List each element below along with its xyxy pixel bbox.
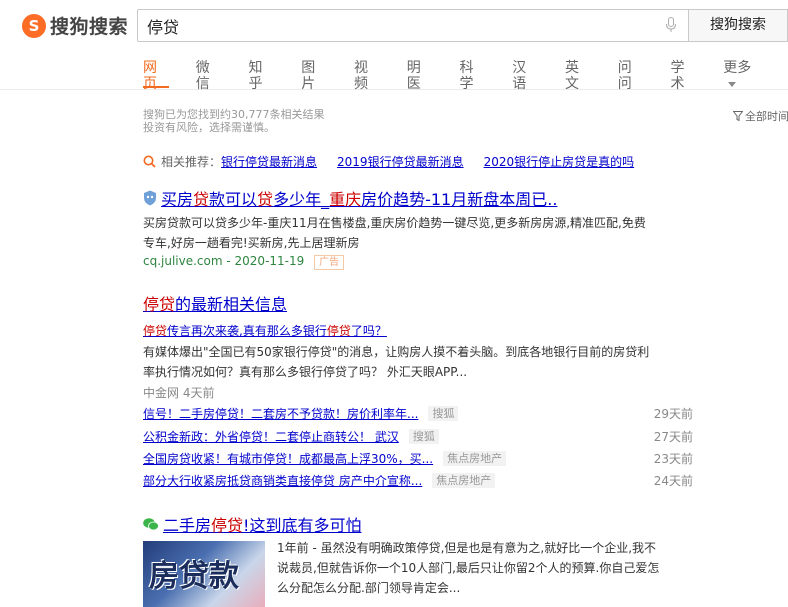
news-item-link[interactable]: 信号！二手房停贷！二套房不予贷款！房价利率年...	[143, 405, 418, 422]
tab-zhihu[interactable]: 知乎	[249, 60, 275, 92]
desc-line: 么分配怎么分配.部门领导肯定会...	[277, 581, 461, 595]
title-keyword: 重庆	[329, 190, 362, 209]
desc-line: 有媒体爆出"全国已有50家银行停贷"的消息，让购房人摸不着头脑。到底各地银行目前…	[143, 345, 650, 359]
news-item-source: 搜狐	[408, 428, 439, 444]
desc-line: 1年前 - 虽然没有明确政策停贷,但是也是有意为之,就好比一个企业,我不	[277, 541, 657, 555]
wechat-description: 1年前 - 虽然没有明确政策停贷,但是也是有意为之,就好比一个企业,我不 说裁员…	[277, 538, 697, 598]
tab-more[interactable]: 更多	[723, 60, 761, 88]
time-filter-label: 全部时间	[745, 110, 788, 123]
title-text: 二手房	[163, 516, 212, 535]
tab-scholar[interactable]: 学术	[671, 60, 697, 92]
result-count: 搜狗已为您找到约30,777条相关结果	[143, 108, 325, 121]
desc-line: 说裁员,但就告诉你一个10人部门,最后只让你留2个人的预算.你自己爱怎	[277, 561, 660, 575]
news-list-item: 公积金新政：外省停贷！二套停止商转公！ 武汉 搜狐 27天前	[143, 426, 693, 446]
related-link[interactable]: 银行停贷最新消息	[221, 153, 317, 170]
tab-web[interactable]: 网页	[143, 60, 169, 92]
wechat-icon	[143, 518, 159, 531]
result-info: 搜狗已为您找到约30,777条相关结果 投资有风险，选择需谨慎。	[143, 108, 325, 134]
news-item-link[interactable]: 全国房贷收紧！有城市停贷！成都最高上浮30%，买...	[143, 450, 433, 467]
title-text: 款可以	[209, 190, 258, 209]
tab-images[interactable]: 图片	[301, 60, 327, 92]
news-item-time: 27天前	[653, 429, 693, 444]
article-thumbnail[interactable]: 房贷款	[143, 541, 265, 607]
news-item-source: 焦点房地产	[443, 450, 507, 466]
logo-text: 搜狗搜索	[50, 16, 129, 38]
header: S 搜狗搜索 搜狗搜索 网页 微信 知乎 图片 视频 明医 科学 汉语 英文 问…	[0, 0, 788, 92]
tab-english[interactable]: 英文	[565, 60, 591, 92]
thumbnail-text: 房贷款	[149, 559, 239, 594]
related-link[interactable]: 2020银行停止房贷是真的吗	[484, 153, 635, 170]
news-item-time: 24天前	[653, 473, 693, 488]
tab-wechat[interactable]: 微信	[196, 60, 222, 92]
news-meta: 中金网 4天前	[143, 386, 215, 400]
title-text: 房价趋势-11月新盘本周已..	[361, 190, 558, 209]
ad-source-row: cq.julive.com - 2020-11-19 广告	[143, 254, 646, 270]
wechat-title-link[interactable]: 二手房停贷!这到底有多可怕	[163, 512, 361, 536]
sogou-logo[interactable]: S 搜狗搜索	[22, 12, 128, 39]
ad-result: 买房贷款可以贷多少年_重庆房价趋势-11月新盘本周已.. 买房贷款可以贷多少年-…	[143, 186, 646, 270]
desc-line: 率执行情况如何？真有那么多银行停贷了吗？ 外汇天眼APP...	[143, 365, 468, 379]
desc-line: 买房贷款可以贷多少年-重庆11月在售楼盘,重庆房价趋势一键尽览,更多新房房源,精…	[143, 216, 646, 230]
news-item-source: 焦点房地产	[432, 472, 496, 488]
news-item-link[interactable]: 部分大行收紧房抵贷商销类直接停贷 房产中介宣称...	[143, 472, 422, 489]
search-icon	[143, 155, 156, 168]
desc-line: 专车,好房一趟看完!买新房,先上居理新房	[143, 236, 360, 250]
related-searches: 相关推荐： 银行停贷最新消息 2019银行停贷最新消息 2020银行停止房贷是真…	[143, 153, 654, 170]
title-keyword: 停贷	[326, 324, 351, 338]
title-text: !这到底有多可怕	[243, 516, 362, 535]
news-item-time: 23天前	[653, 451, 693, 466]
search-input[interactable]	[138, 10, 638, 41]
shield-icon	[144, 190, 156, 206]
tab-medical[interactable]: 明医	[407, 60, 433, 92]
title-keyword: 停贷	[143, 295, 176, 314]
news-item-time: 29天前	[653, 406, 693, 421]
ad-source[interactable]: cq.julive.com - 2020-11-19	[143, 254, 304, 268]
news-list-item: 部分大行收紧房抵贷商销类直接停贷 房产中介宣称... 焦点房地产 24天前	[143, 470, 693, 490]
ad-badge: 广告	[314, 255, 345, 270]
sogou-logo-icon: S	[22, 13, 46, 38]
title-text: 买房	[161, 190, 194, 209]
title-keyword: 贷	[257, 190, 274, 209]
news-list-item: 信号！二手房停贷！二套房不予贷款！房价利率年... 搜狐 29天前	[143, 403, 693, 423]
title-text: 了吗？	[350, 324, 387, 338]
news-result: 停贷的最新相关信息 停贷传言再次来袭,真有那么多银行停贷了吗？ 有媒体爆出"全国…	[143, 291, 649, 401]
tab-more-label: 更多	[723, 60, 752, 76]
news-item-link[interactable]: 公积金新政：外省停贷！二套停止商转公！ 武汉	[143, 428, 399, 445]
title-text: 传言再次来袭,真有那么多银行	[167, 324, 327, 338]
title-keyword: 停贷	[143, 324, 168, 338]
news-description: 有媒体爆出"全国已有50家银行停贷"的消息，让购房人摸不着头脑。到底各地银行目前…	[143, 342, 649, 382]
tab-video[interactable]: 视频	[354, 60, 380, 92]
tab-wenwen[interactable]: 问问	[618, 60, 644, 92]
news-list-item: 全国房贷收紧！有城市停贷！成都最高上浮30%，买... 焦点房地产 23天前	[143, 448, 693, 468]
ad-title-link[interactable]: 买房贷款可以贷多少年_重庆房价趋势-11月新盘本周已..	[161, 186, 557, 210]
title-keyword: 贷	[193, 190, 210, 209]
filter-icon	[733, 111, 743, 121]
news-item-source: 搜狐	[428, 405, 459, 421]
title-text: 的最新相关信息	[175, 295, 288, 314]
related-link[interactable]: 2019银行停贷最新消息	[337, 153, 464, 170]
search-box	[137, 9, 689, 42]
title-text: 多少年_	[273, 190, 330, 209]
news-top-story-link[interactable]: 停贷传言再次来袭,真有那么多银行停贷了吗？	[143, 324, 387, 338]
time-filter[interactable]: 全部时间	[733, 108, 788, 124]
chevron-down-icon	[728, 81, 737, 87]
vertical-tabs: 网页 微信 知乎 图片 视频 明医 科学 汉语 英文 问问 学术 更多	[143, 60, 788, 92]
news-title-link[interactable]: 停贷的最新相关信息	[143, 295, 287, 314]
risk-notice: 投资有风险，选择需谨慎。	[143, 121, 275, 134]
wechat-result-title: 二手房停贷!这到底有多可怕	[143, 512, 361, 536]
ad-description: 买房贷款可以贷多少年-重庆11月在售楼盘,重庆房价趋势一键尽览,更多新房房源,精…	[143, 213, 646, 253]
title-keyword: 停贷	[211, 516, 244, 535]
related-label: 相关推荐：	[161, 155, 222, 169]
microphone-icon[interactable]	[666, 17, 676, 33]
search-button[interactable]: 搜狗搜索	[688, 9, 788, 42]
tab-science[interactable]: 科学	[460, 60, 486, 92]
tab-chinese[interactable]: 汉语	[512, 60, 538, 92]
